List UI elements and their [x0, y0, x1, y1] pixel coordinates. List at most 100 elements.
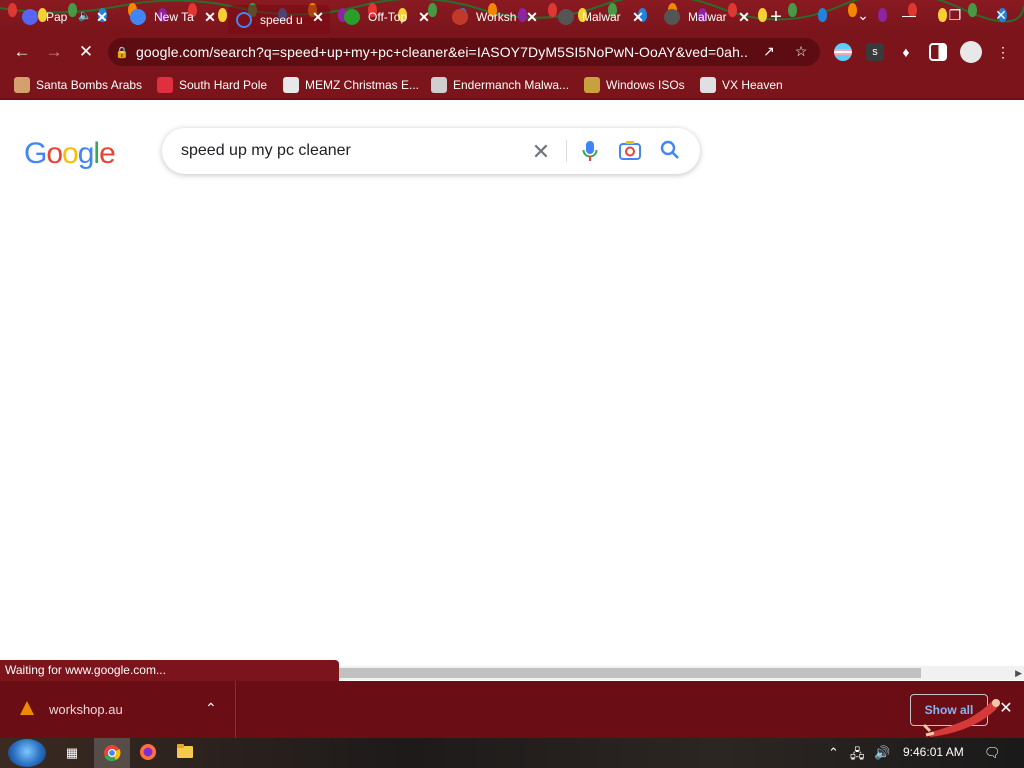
tab-search-button[interactable]: ⌄ [840, 0, 886, 30]
close-tab-icon[interactable]: ✕ [524, 9, 540, 25]
chevron-up-icon[interactable]: ⌃ [205, 700, 217, 717]
logo-letter: e [99, 137, 116, 170]
tab-workshop[interactable]: Worksh ✕ [444, 5, 544, 29]
address-bar[interactable]: 🔒 google.com/search?q=speed+up+my+pc+cle… [108, 38, 820, 66]
tab-new-tab[interactable]: New Ta ✕ [122, 5, 222, 29]
search-icon[interactable] [658, 140, 682, 164]
chrome-favicon-icon [130, 9, 146, 25]
close-tab-icon[interactable]: ✕ [202, 9, 218, 25]
close-shelf-icon[interactable]: ✕ [996, 699, 1016, 719]
side-panel-icon[interactable] [929, 43, 947, 61]
bookmark-label: Windows ISOs [606, 78, 685, 92]
bookmark-label: Endermanch Malwa... [453, 78, 570, 92]
speaker-icon[interactable]: 🔈 [78, 9, 92, 22]
network-icon[interactable]: 🖧 [850, 745, 865, 767]
bookmark-windows-isos[interactable]: Windows ISOs [584, 76, 685, 94]
bookmarks-bar: Santa Bombs Arabs South Hard Pole MEMZ C… [0, 70, 1024, 100]
profile-avatar-icon[interactable] [960, 41, 982, 63]
christmas-light-bulb [788, 3, 797, 17]
download-item[interactable]: workshop.au ⌃ [0, 681, 236, 738]
bookmark-label: VX Heaven [722, 78, 783, 92]
github-favicon-icon [558, 9, 574, 25]
christmas-light-bulb [818, 8, 827, 22]
scrollbar-thumb[interactable] [339, 668, 921, 678]
forward-button[interactable]: → [42, 40, 66, 64]
status-bubble: Waiting for www.google.com... [0, 660, 339, 681]
search-input[interactable]: speed up my pc cleaner [181, 142, 351, 160]
close-tab-icon[interactable]: ✕ [310, 9, 326, 25]
logo-letter: o [46, 137, 63, 170]
extensions-puzzle-icon[interactable]: ♦ [897, 43, 915, 61]
task-view-icon[interactable]: ▦ [62, 743, 82, 763]
tab-malware-2[interactable]: Malwar ✕ [656, 5, 756, 29]
bookmark-icon [14, 77, 30, 93]
tab-malware-1[interactable]: Malwar ✕ [550, 5, 650, 29]
volume-icon[interactable]: 🔊 [874, 745, 890, 761]
bookmark-icon [157, 77, 173, 93]
search-box[interactable]: speed up my pc cleaner ✕ [162, 128, 700, 174]
tab-title: Off-Top [368, 10, 408, 24]
tab-title: Malwar [582, 10, 621, 24]
logo-letter: G [24, 137, 47, 170]
close-tab-icon[interactable]: ✕ [416, 9, 432, 25]
show-hidden-icons-chevron-icon[interactable]: ⌃ [828, 745, 839, 761]
start-button[interactable] [8, 739, 46, 767]
close-tab-icon[interactable]: ✕ [630, 9, 646, 25]
star-favicon-icon [344, 9, 360, 25]
github-favicon-icon [664, 9, 680, 25]
s-extension-icon[interactable]: s [866, 43, 884, 61]
stop-loading-button[interactable]: ✕ [74, 40, 98, 64]
tab-off-topic[interactable]: Off-Top ✕ [336, 5, 436, 29]
close-tab-icon[interactable]: ✕ [94, 9, 110, 25]
share-icon[interactable]: ↗ [760, 42, 778, 60]
bookmark-vx-heaven[interactable]: VX Heaven [700, 76, 783, 94]
bookmark-south-hard-pole[interactable]: South Hard Pole [157, 76, 267, 94]
lock-icon[interactable]: 🔒 [108, 46, 136, 59]
bookmark-icon [700, 77, 716, 93]
close-window-button[interactable]: ✕ [978, 0, 1024, 30]
download-filename: workshop.au [49, 702, 123, 717]
trans-flag-extension-icon[interactable] [834, 43, 852, 61]
clear-search-icon[interactable]: ✕ [529, 140, 553, 164]
bookmark-memz[interactable]: MEMZ Christmas E... [283, 76, 419, 94]
bookmark-icon [584, 77, 600, 93]
camera-search-icon[interactable] [618, 140, 642, 164]
tab-pap[interactable]: Pap 🔈 ✕ [14, 5, 114, 29]
address-bar-url[interactable]: google.com/search?q=speed+up+my+pc+clean… [136, 44, 748, 60]
tab-speed-up[interactable]: speed u ✕ [228, 5, 330, 34]
horizontal-scrollbar[interactable]: ▶ [339, 666, 1024, 680]
close-tab-icon[interactable]: ✕ [736, 9, 752, 25]
kebab-menu-icon[interactable]: ⋮ [994, 43, 1012, 61]
tab-title: Pap [46, 10, 68, 24]
tab-title: speed u [260, 12, 303, 27]
bookmark-label: South Hard Pole [179, 78, 268, 92]
web-page: Google speed up my pc cleaner ✕ [0, 102, 1024, 680]
bookmark-label: MEMZ Christmas E... [305, 78, 420, 92]
minimize-button[interactable]: — [886, 0, 932, 30]
scroll-right-arrow-icon[interactable]: ▶ [1015, 666, 1022, 680]
firefox-taskbar-icon[interactable] [138, 743, 158, 763]
download-shelf: workshop.au ⌃ Show all ✕ [0, 681, 1024, 738]
windows-taskbar: ▦ ⌃ 🖧 🔊 9:46:01 AM 🗨 [0, 738, 1024, 768]
tab-title: Malwar [688, 10, 727, 24]
taskbar-clock[interactable]: 9:46:01 AM [903, 745, 964, 759]
bookmark-label: Santa Bombs Arabs [36, 78, 143, 92]
tab-title: Worksh [476, 10, 517, 24]
file-explorer-icon[interactable] [175, 743, 195, 763]
browser-toolbar: ← → ✕ 🔒 google.com/search?q=speed+up+my+… [0, 34, 1024, 70]
microphone-icon[interactable] [578, 140, 602, 164]
vlc-file-icon [20, 701, 34, 715]
back-button[interactable]: ← [10, 40, 34, 64]
restore-button[interactable]: ❐ [932, 0, 978, 30]
google-logo[interactable]: Google [24, 137, 116, 171]
bookmark-santa-bombs[interactable]: Santa Bombs Arabs [14, 76, 142, 94]
bookmark-icon [431, 77, 447, 93]
notifications-icon[interactable]: 🗨 [984, 745, 1001, 761]
site-favicon-icon [452, 9, 468, 25]
bookmark-star-icon[interactable]: ☆ [792, 42, 810, 60]
new-tab-button[interactable]: + [764, 6, 788, 28]
chrome-taskbar-icon[interactable] [94, 738, 130, 768]
bookmark-endermanch[interactable]: Endermanch Malwa... [431, 76, 569, 94]
discord-favicon-icon [22, 9, 38, 25]
logo-letter: g [77, 137, 95, 170]
